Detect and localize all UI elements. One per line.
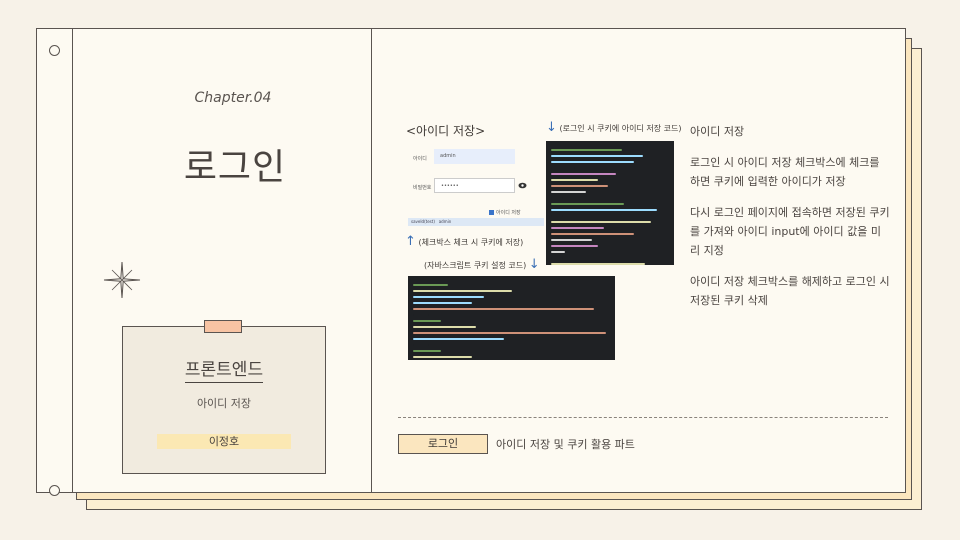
- password-input[interactable]: ••••••: [434, 178, 515, 193]
- section-heading: <아이디 저장>: [406, 124, 486, 138]
- sparkle-icon: [103, 261, 141, 299]
- binding-strip: [37, 29, 73, 496]
- id-input[interactable]: admin: [434, 149, 515, 164]
- cookie-row: saveId(test) admin: [408, 218, 544, 226]
- chapter-label: Chapter.04: [194, 90, 272, 106]
- arrow-down-icon: ↓: [546, 120, 557, 135]
- eye-icon[interactable]: [518, 182, 527, 189]
- caption-text: (자바스크립트 쿠키 설정 코드): [424, 261, 527, 270]
- cookie-value: admin: [438, 219, 452, 224]
- cookie-name: saveId(test): [411, 219, 435, 224]
- card-title: 프론트엔드: [123, 355, 325, 383]
- id-label: 아이디: [413, 156, 427, 162]
- note-item: 아이디 저장: [690, 125, 745, 138]
- caption-text: (로그인 시 쿠키에 아이디 저장 코드): [559, 124, 682, 133]
- card-subtitle: 아이디 저장: [196, 397, 252, 410]
- arrow-up-icon: ↑: [405, 234, 416, 249]
- checkbox-icon: [489, 210, 494, 215]
- note-item: 다시 로그인 페이지에 접속하면 저장된 쿠키를 가져와 아이디 input에 …: [690, 206, 890, 257]
- caption-js-code: (자바스크립트 쿠키 설정 코드) ↓: [424, 257, 540, 272]
- caption-cookie-code: ↓ (로그인 시 쿠키에 아이디 저장 코드): [546, 120, 681, 135]
- card-title-text: 프론트엔드: [184, 360, 264, 383]
- footer-description: 아이디 저장 및 쿠키 활용 파트: [496, 438, 635, 451]
- binding-ring-icon: [49, 45, 60, 56]
- page-divider: [371, 29, 372, 492]
- notes-list: 아이디 저장 로그인 시 아이디 저장 체크박스에 체크를 하면 쿠키에 입력한…: [690, 122, 890, 322]
- code-screenshot-cookie-save: [546, 141, 674, 265]
- card-author: 이정호: [157, 434, 291, 449]
- caption-checkbox-save: ↑ (체크박스 체크 시 쿠키에 저장): [405, 234, 523, 249]
- remember-id-label: 아이디 저장: [496, 210, 521, 216]
- caption-text: (체크박스 체크 시 쿠키에 저장): [418, 238, 524, 247]
- remember-id-checkbox[interactable]: 아이디 저장: [489, 209, 521, 216]
- dashed-divider: [398, 417, 888, 418]
- tape-decoration: [204, 320, 242, 333]
- info-card: 프론트엔드 아이디 저장 이정호: [122, 326, 326, 474]
- binding-ring-icon: [49, 485, 60, 496]
- note-item: 아이디 저장 체크박스를 해제하고 로그인 시 저장된 쿠키 삭제: [690, 275, 890, 307]
- page-title: 로그인: [183, 147, 287, 188]
- arrow-down-icon: ↓: [528, 257, 540, 272]
- note-item: 로그인 시 아이디 저장 체크박스에 체크를 하면 쿠키에 입력한 아이디가 저…: [690, 156, 880, 188]
- code-screenshot-js-cookie: [408, 276, 615, 360]
- footer-tag: 로그인: [398, 434, 488, 454]
- password-label: 비밀번호: [413, 185, 432, 191]
